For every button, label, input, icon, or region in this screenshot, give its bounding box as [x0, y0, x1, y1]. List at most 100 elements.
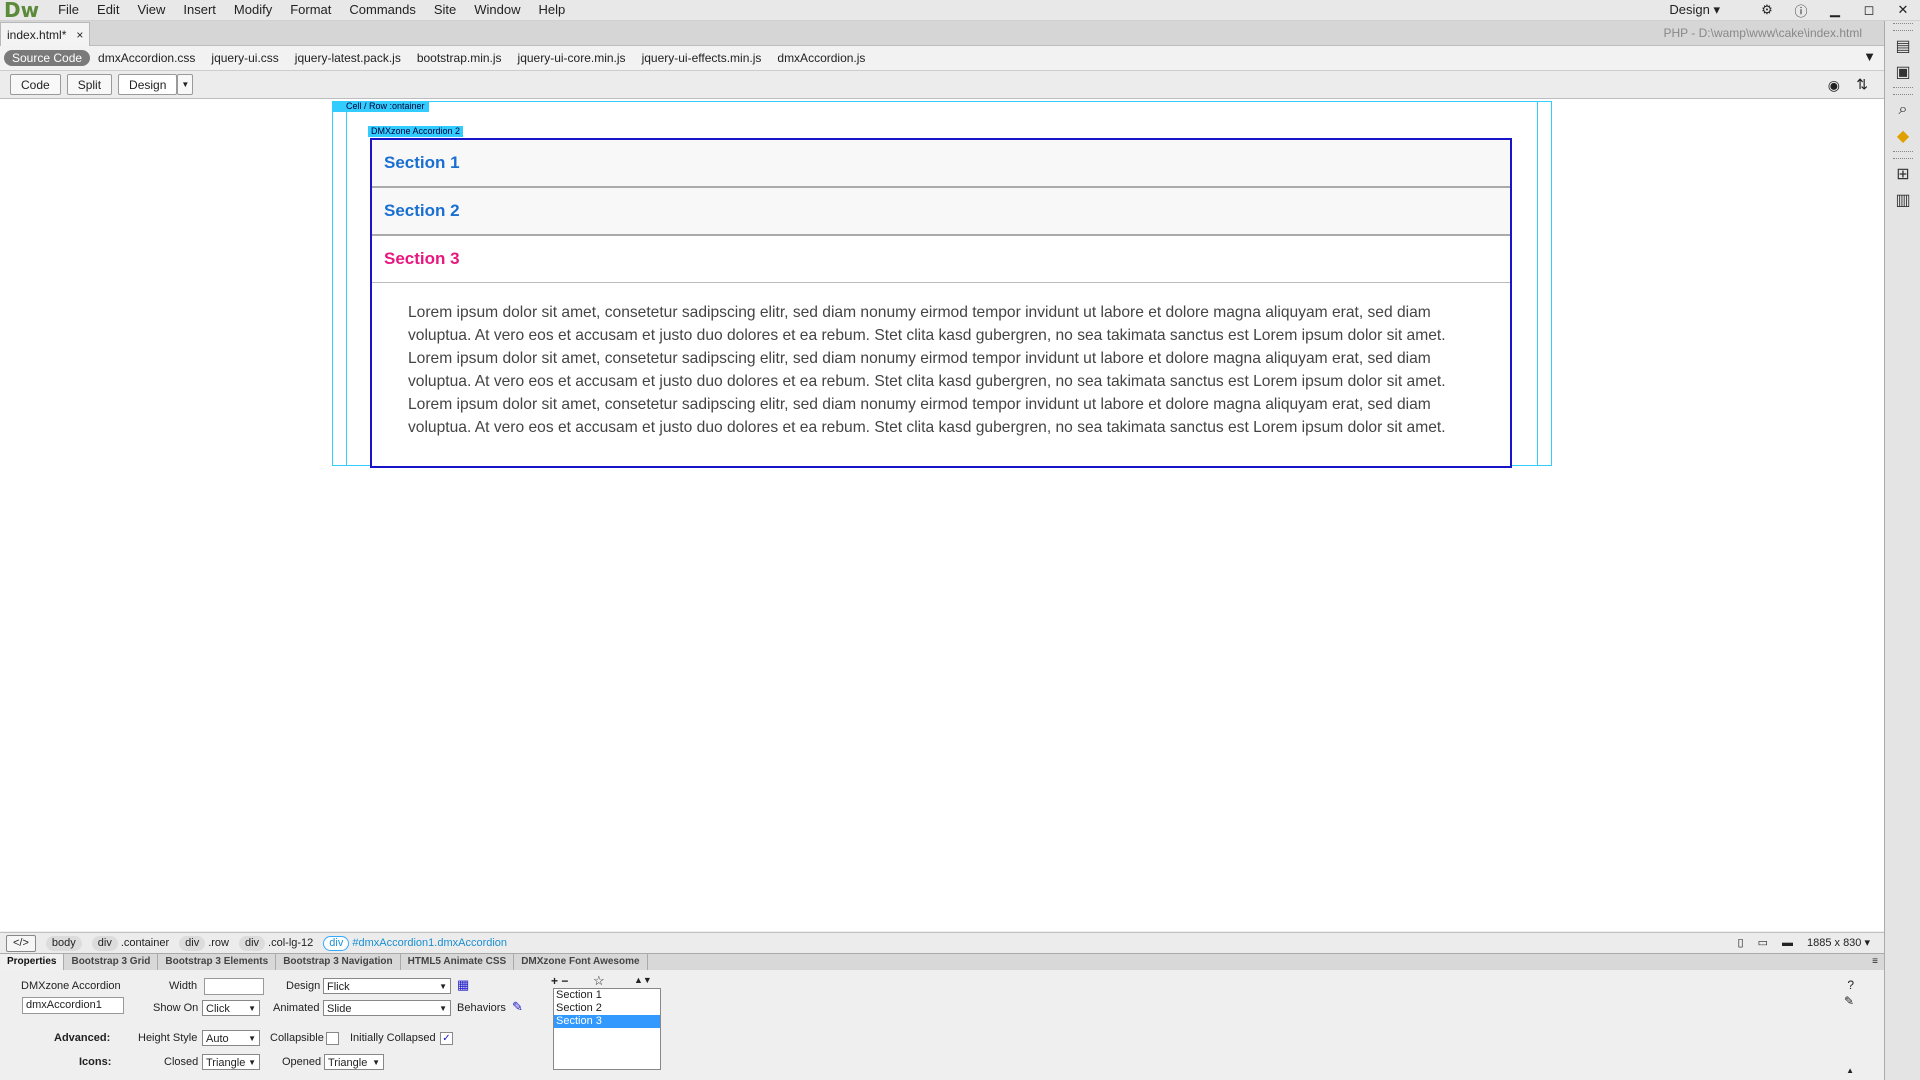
tab-bootstrap-grid[interactable]: Bootstrap 3 Grid — [64, 954, 159, 970]
design-view-button[interactable]: Design — [118, 74, 178, 95]
mobile-size-icon[interactable]: ▯ — [1738, 933, 1744, 953]
accordion-section-header[interactable]: Section 2 — [372, 188, 1510, 236]
code-view-button[interactable]: Code — [10, 74, 61, 95]
menu-commands[interactable]: Commands — [340, 0, 424, 20]
opened-icon-select[interactable]: Triangle ▼ — [324, 1054, 384, 1070]
closed-icon-select[interactable]: Triangle ▼ — [202, 1054, 260, 1070]
id-input[interactable]: dmxAccordion1 — [22, 997, 124, 1014]
tag-div[interactable]: div — [179, 935, 206, 951]
close-tab-icon[interactable]: × — [76, 28, 83, 42]
snippets-icon[interactable]: ◆ — [1885, 123, 1920, 149]
close-window-icon[interactable]: ✕ — [1886, 0, 1920, 20]
closed-label: Closed — [164, 1056, 199, 1068]
document-toolbar: Code Split Design ▼ ◉ ⇅ — [0, 71, 1884, 99]
document-tab[interactable]: index.html* × — [0, 22, 91, 46]
sync-settings-icon[interactable]: ⚙ — [1750, 0, 1784, 20]
behaviors-icon[interactable]: ✎ — [512, 999, 523, 1015]
menu-format[interactable]: Format — [281, 0, 340, 20]
view-dropdown-icon[interactable]: ▼ — [177, 74, 194, 95]
add-remove-section-icon[interactable]: + − — [551, 974, 568, 988]
show-on-label: Show On — [153, 1002, 199, 1014]
help-icon[interactable]: ? — [1847, 978, 1854, 992]
tab-bootstrap-elements[interactable]: Bootstrap 3 Elements — [158, 954, 277, 970]
star-icon[interactable]: ☆ — [593, 973, 605, 989]
file-management-icon[interactable]: ⇅ — [1856, 76, 1868, 93]
window-size-dropdown[interactable]: 1885 x 830 ▾ — [1807, 933, 1870, 953]
panel-menu-icon[interactable]: ≡ — [1872, 954, 1878, 970]
menu-file[interactable]: File — [49, 0, 88, 20]
move-section-icon[interactable]: ▲▼ — [634, 975, 652, 985]
quick-edit-icon[interactable]: ✎ — [1844, 994, 1854, 1008]
tag-class[interactable]: .container — [121, 937, 169, 949]
collapsible-checkbox[interactable] — [326, 1032, 339, 1045]
tab-font-awesome[interactable]: DMXzone Font Awesome — [514, 954, 648, 970]
related-file[interactable]: bootstrap.min.js — [409, 51, 510, 65]
split-view-button[interactable]: Split — [66, 74, 113, 95]
dom-tree-icon[interactable]: ⊞ — [1885, 161, 1920, 187]
panel-tabs: Properties Bootstrap 3 Grid Bootstrap 3 … — [0, 953, 1884, 971]
collapse-panel-icon[interactable]: ▲ — [1846, 1066, 1854, 1075]
preview-browser-icon[interactable]: ◉ — [1828, 77, 1840, 94]
files-panel-icon[interactable]: ▤ — [1885, 33, 1920, 59]
initially-collapsed-checkbox[interactable]: ✓ — [440, 1032, 453, 1045]
workspace-switcher[interactable]: Design ▾ — [1669, 0, 1720, 20]
search-icon[interactable]: ⌕ — [1885, 97, 1920, 123]
tag-current-class[interactable]: #dmxAccordion1.dmxAccordion — [352, 937, 507, 949]
filter-icon[interactable]: ▼ — [1863, 49, 1876, 64]
chevron-down-icon: ▼ — [248, 1004, 256, 1013]
tag-current[interactable]: div — [323, 935, 350, 951]
tag-body[interactable]: body — [45, 935, 82, 951]
tab-properties[interactable]: Properties — [0, 954, 65, 970]
tag-div[interactable]: div — [238, 935, 266, 951]
tag-class[interactable]: .col-lg-12 — [268, 937, 313, 949]
menu-modify[interactable]: Modify — [225, 0, 281, 20]
opened-icon-value: Triangle — [328, 1057, 368, 1069]
panel-grip[interactable] — [1893, 87, 1913, 95]
related-file[interactable]: jquery-ui.css — [203, 51, 286, 65]
design-label: Design — [286, 980, 321, 992]
cell-row-container-label[interactable]: Cell / Row :ontainer — [332, 101, 429, 112]
chevron-down-icon: ▼ — [372, 1058, 380, 1067]
menu-edit[interactable]: Edit — [88, 0, 128, 20]
related-file[interactable]: dmxAccordion.css — [90, 51, 203, 65]
source-code-button[interactable]: Source Code — [4, 50, 91, 66]
accordion-section-header[interactable]: Section 1 — [372, 140, 1510, 188]
design-view[interactable]: Cell / Row :ontainer DMXzone Accordion 2… — [0, 99, 1884, 931]
accordion-label[interactable]: DMXzone Accordion 2 — [368, 126, 464, 137]
width-input[interactable] — [204, 978, 264, 995]
height-style-select[interactable]: Auto ▼ — [202, 1030, 260, 1046]
tag-div[interactable]: div — [91, 935, 118, 951]
show-on-select[interactable]: Click ▼ — [202, 1000, 260, 1016]
tab-bootstrap-navigation[interactable]: Bootstrap 3 Navigation — [276, 954, 401, 970]
minimize-icon[interactable]: ▁ — [1818, 0, 1852, 20]
info-icon[interactable]: ⓘ — [1784, 0, 1818, 20]
panel-grip[interactable] — [1893, 151, 1913, 159]
menu-insert[interactable]: Insert — [174, 0, 225, 20]
related-file[interactable]: dmxAccordion.js — [769, 51, 873, 65]
desktop-size-icon[interactable]: ▬ — [1782, 933, 1793, 953]
menu-help[interactable]: Help — [530, 0, 575, 20]
list-item-selected[interactable]: Section 3 — [554, 1015, 660, 1028]
list-item[interactable]: Section 1 — [554, 989, 660, 1002]
menu-site[interactable]: Site — [425, 0, 465, 20]
tag-class[interactable]: .row — [208, 937, 229, 949]
design-select[interactable]: Flick ▼ — [323, 978, 451, 994]
animated-select[interactable]: Slide ▼ — [323, 1000, 451, 1016]
database-icon[interactable]: ▣ — [1885, 59, 1920, 85]
related-file[interactable]: jquery-latest.pack.js — [287, 51, 409, 65]
panel-grip[interactable] — [1893, 23, 1913, 31]
related-file[interactable]: jquery-ui-core.min.js — [510, 51, 634, 65]
related-file[interactable]: jquery-ui-effects.min.js — [634, 51, 770, 65]
list-item[interactable]: Section 2 — [554, 1002, 660, 1015]
menu-view[interactable]: View — [128, 0, 174, 20]
accordion-section-header-active[interactable]: Section 3 — [372, 236, 1510, 283]
assets-icon[interactable]: ▥ — [1885, 187, 1920, 213]
tablet-size-icon[interactable]: ▭ — [1758, 933, 1768, 953]
tab-html5-animate[interactable]: HTML5 Animate CSS — [401, 954, 515, 970]
maximize-icon[interactable]: ◻ — [1852, 0, 1886, 20]
grid-icon[interactable]: ▦ — [457, 977, 469, 993]
code-navigator-icon[interactable]: </> — [6, 934, 36, 952]
sections-list[interactable]: Section 1 Section 2 Section 3 — [553, 988, 661, 1070]
menu-window[interactable]: Window — [465, 0, 529, 20]
accordion[interactable]: Section 1 Section 2 Section 3 Lorem ipsu… — [370, 138, 1512, 468]
